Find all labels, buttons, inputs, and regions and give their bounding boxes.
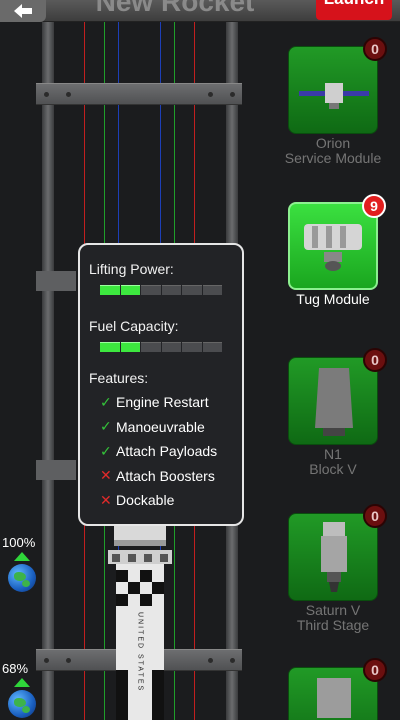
check-icon: ✓	[100, 393, 112, 410]
feature-item: ✓ Engine Restart	[89, 390, 233, 415]
tower-beam	[36, 83, 242, 105]
module-partial[interactable]: 0	[278, 658, 388, 720]
tower-pillar-left	[42, 22, 54, 720]
lifting-power-label: Lifting Power:	[89, 261, 174, 277]
rocket-markings: UNITED STATES	[137, 612, 144, 692]
feature-label: Engine Restart	[116, 394, 209, 411]
launch-button[interactable]: Launch	[316, 0, 392, 20]
feature-label: Dockable	[116, 492, 175, 509]
module-tug[interactable]: 9 Tug Module	[278, 194, 388, 307]
module-count-badge: 0	[363, 658, 387, 682]
up-arrow-icon	[14, 678, 30, 687]
check-icon: ✓	[100, 442, 112, 459]
module-count-badge: 9	[362, 194, 386, 218]
module-label: Saturn V Third Stage	[296, 602, 370, 633]
module-tile[interactable]: 0	[288, 504, 387, 601]
back-button[interactable]	[0, 0, 46, 22]
fuel-capacity-label: Fuel Capacity:	[89, 318, 179, 334]
top-bar: New Rocket Launch	[0, 0, 400, 22]
earth-icon	[8, 564, 36, 592]
feature-item: ✓ Attach Payloads	[89, 439, 233, 464]
orion-service-module-icon	[299, 83, 369, 109]
page-title: New Rocket	[95, 0, 255, 17]
rocket-preview[interactable]: UNITED STATES	[108, 520, 172, 720]
cross-icon: ✕	[100, 491, 112, 508]
features-label: Features:	[89, 370, 149, 386]
tower-arm	[36, 460, 76, 480]
feature-label: Attach Payloads	[116, 443, 218, 460]
features-list: ✓ Engine Restart ✓ Manoeuvrable ✓ Attach…	[89, 390, 233, 513]
module-count-badge: 0	[363, 504, 387, 528]
module-saturn-v-third-stage[interactable]: 0 Saturn V Third Stage	[278, 504, 388, 633]
cross-icon: ✕	[100, 467, 112, 484]
feature-item: ✓ Manoeuvrable	[89, 415, 233, 440]
module-info-popup: Lifting Power: Fuel Capacity: Features: …	[78, 243, 244, 526]
saturn-v-third-stage-icon	[321, 522, 347, 592]
feature-item: ✕ Attach Boosters	[89, 464, 233, 489]
progress-label-2: 68%	[2, 661, 29, 676]
tug-module-icon	[304, 224, 362, 271]
up-arrow-icon	[14, 552, 30, 561]
n1-block-v-icon	[315, 368, 353, 436]
earth-icon	[8, 690, 36, 718]
check-icon: ✓	[100, 418, 112, 435]
back-arrow-icon	[14, 4, 32, 18]
launch-button-label: Launch	[324, 0, 384, 8]
feature-label: Manoeuvrable	[116, 418, 205, 435]
module-count-badge: 0	[363, 348, 387, 372]
fuel-capacity-bar	[100, 342, 222, 352]
module-tile[interactable]: 0	[288, 658, 387, 720]
module-orion-service[interactable]: 0 Orion Service Module	[278, 37, 388, 166]
module-tile[interactable]: 0	[288, 348, 387, 445]
module-count-badge: 0	[363, 37, 387, 61]
module-label: Orion Service Module	[284, 135, 382, 166]
lifting-power-bar	[100, 285, 222, 295]
module-tile[interactable]: 0	[288, 37, 387, 134]
module-tile-selected[interactable]: 9	[288, 194, 386, 290]
feature-item: ✕ Dockable	[89, 488, 233, 513]
feature-label: Attach Boosters	[116, 467, 215, 484]
module-label: Tug Module	[296, 291, 370, 307]
module-label: N1 Block V	[309, 446, 357, 477]
module-n1-block-v[interactable]: 0 N1 Block V	[278, 348, 388, 477]
tower-arm	[36, 271, 76, 291]
progress-label-1: 100%	[2, 535, 36, 550]
